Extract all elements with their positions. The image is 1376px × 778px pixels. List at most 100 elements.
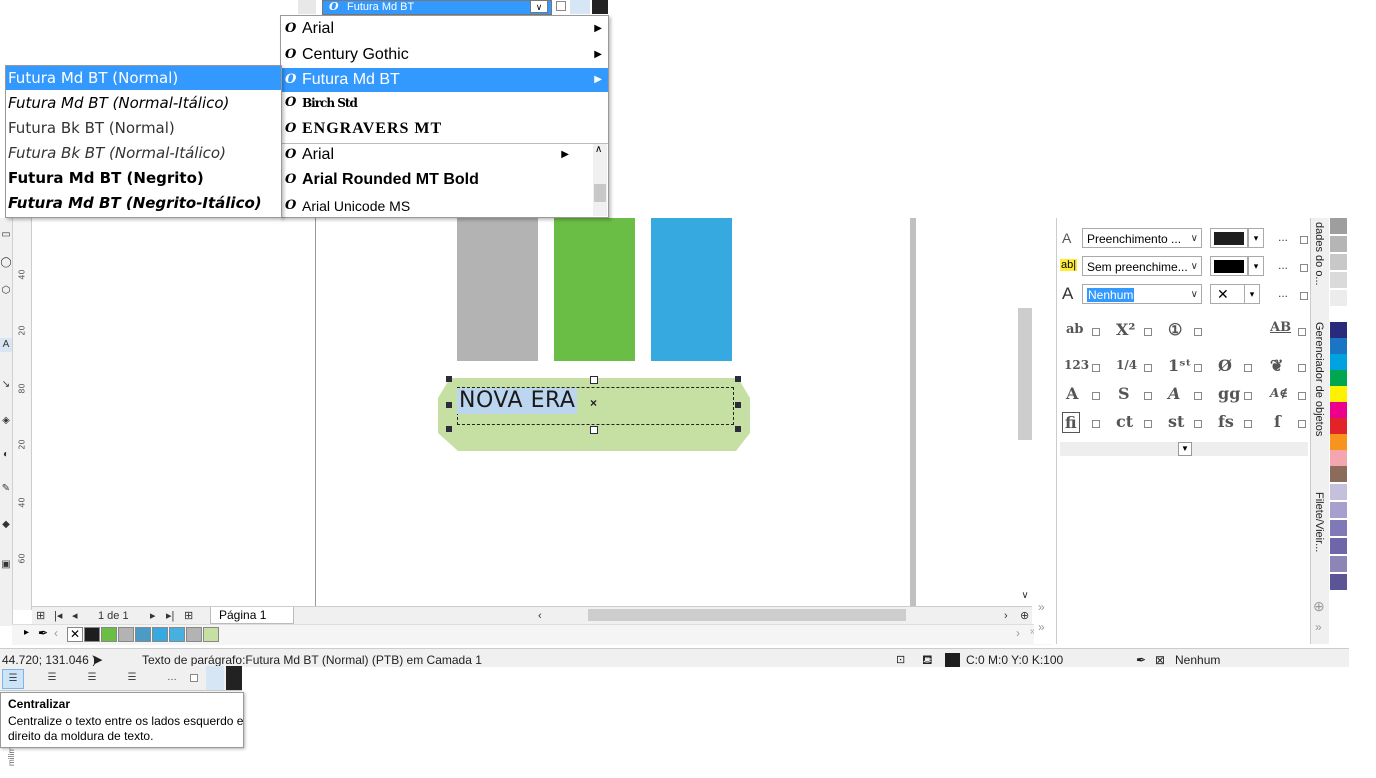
background-checkbox[interactable]: [1300, 264, 1308, 272]
outline-more-button[interactable]: ...: [1278, 286, 1288, 300]
stylistic-a-icon[interactable]: A: [1168, 384, 1180, 403]
vertical-scrollbar-thumb[interactable]: [1018, 308, 1032, 440]
ligature-fi-icon[interactable]: fi: [1062, 412, 1080, 433]
uppercase-icon[interactable]: ab: [1066, 322, 1084, 337]
justify-icon[interactable]: ☰: [82, 669, 102, 687]
document-color-swatch[interactable]: [186, 627, 202, 642]
scroll-up-icon[interactable]: ∧: [595, 144, 602, 155]
palette-color-swatch[interactable]: [1330, 402, 1347, 419]
toolbar-button[interactable]: [592, 0, 608, 14]
long-s-icon[interactable]: ſ: [1274, 412, 1281, 431]
superscript-icon[interactable]: X²: [1116, 320, 1135, 339]
selection-handle[interactable]: [735, 376, 741, 382]
palette-color-swatch[interactable]: [1330, 434, 1347, 451]
scroll-left-icon[interactable]: ‹: [538, 608, 542, 624]
force-justify-icon[interactable]: ☰: [122, 669, 142, 687]
palette-color-swatch[interactable]: [1330, 354, 1347, 371]
gray-rectangle[interactable]: [457, 218, 538, 361]
palette-color-swatch[interactable]: [1330, 556, 1347, 573]
position-icon[interactable]: ①: [1168, 320, 1182, 339]
opentype-checkbox[interactable]: [1298, 392, 1306, 400]
document-color-swatch[interactable]: [101, 627, 117, 642]
outline-tool-icon[interactable]: ▣: [0, 558, 12, 572]
palette-color-swatch[interactable]: [1330, 370, 1347, 387]
fill-tool-icon[interactable]: ◈: [0, 414, 12, 428]
fill-type-select[interactable]: Preenchimento ... ∨: [1082, 228, 1202, 248]
add-page-after-icon[interactable]: ⊞: [184, 608, 193, 624]
opentype-checkbox[interactable]: [1194, 328, 1202, 336]
alternate-gg-icon[interactable]: gg: [1218, 384, 1240, 403]
style-bold-italic[interactable]: Futura Md BT (Negrito-Itálico): [6, 191, 281, 215]
eyedropper-icon[interactable]: ✒: [38, 626, 48, 640]
opentype-checkbox[interactable]: [1244, 364, 1252, 372]
opentype-checkbox[interactable]: [1092, 328, 1100, 336]
opentype-checkbox[interactable]: [1144, 420, 1152, 428]
menu-item-century-gothic[interactable]: O Century Gothic ▶: [281, 43, 608, 67]
palette-color-swatch[interactable]: [1330, 322, 1347, 339]
opentype-checkbox[interactable]: [1298, 420, 1306, 428]
blue-rectangle[interactable]: [651, 218, 732, 361]
docker-expand-icon[interactable]: »: [1315, 620, 1322, 634]
document-color-swatch[interactable]: [152, 627, 168, 642]
numeral-style-icon[interactable]: 123: [1064, 358, 1089, 372]
text-tool-icon[interactable]: A: [0, 338, 12, 352]
fill-color-picker[interactable]: [1210, 228, 1248, 248]
opentype-checkbox[interactable]: [1244, 392, 1252, 400]
palette-expand-icon[interactable]: ▸: [24, 627, 29, 638]
palette-color-swatch[interactable]: [1330, 450, 1347, 467]
opentype-checkbox[interactable]: [1092, 364, 1100, 372]
palette-color-swatch[interactable]: [1330, 484, 1347, 501]
opentype-checkbox[interactable]: [1092, 420, 1100, 428]
opentype-checkbox[interactable]: [1298, 364, 1306, 372]
tab-object-manager[interactable]: Gerenciador de objetos: [1313, 322, 1325, 436]
connector-tool-icon[interactable]: ↘: [0, 378, 12, 392]
opentype-checkbox[interactable]: [1298, 328, 1306, 336]
opentype-checkbox[interactable]: [1194, 392, 1202, 400]
zoom-icon[interactable]: ⊕: [1020, 608, 1029, 624]
font-combo-dropdown[interactable]: ∨: [530, 0, 548, 13]
outline-color-dropdown[interactable]: ▾: [1244, 284, 1260, 304]
outline-width-select[interactable]: Nenhum ∨: [1082, 284, 1202, 304]
drawing-canvas[interactable]: NOVA ERA ×: [32, 218, 1032, 606]
palette-color-swatch[interactable]: [1330, 306, 1347, 323]
ellipse-tool-icon[interactable]: ◯: [0, 256, 12, 270]
background-color-picker[interactable]: [1210, 256, 1248, 276]
document-color-swatch[interactable]: [169, 627, 185, 642]
toolbar-button[interactable]: [206, 666, 224, 690]
fill-more-button[interactable]: ...: [1278, 230, 1288, 244]
style-bold[interactable]: Futura Md BT (Negrito): [6, 166, 281, 190]
expand-arrow-icon[interactable]: ▼: [1178, 442, 1192, 456]
prev-page-icon[interactable]: ◂: [72, 608, 78, 624]
tab-object-properties[interactable]: dades do o...: [1313, 222, 1325, 286]
opentype-checkbox[interactable]: [1244, 420, 1252, 428]
align-right-icon[interactable]: ☰: [42, 669, 62, 687]
font-list-combo[interactable]: O Futura Md BT: [322, 0, 552, 15]
docker-collapse-icon[interactable]: »: [1038, 600, 1045, 614]
slashed-zero-icon[interactable]: Ø: [1218, 356, 1232, 375]
selection-handle[interactable]: [446, 402, 452, 408]
swash-a-icon[interactable]: A: [1066, 384, 1078, 403]
menu-scrollbar[interactable]: ∧: [593, 144, 607, 216]
palette-color-swatch[interactable]: [1330, 338, 1347, 355]
palette-color-swatch[interactable]: [1330, 520, 1347, 537]
menu-item-engravers-mt[interactable]: O ENGRAVERS MT: [281, 117, 608, 141]
snap-icon[interactable]: ⊡: [896, 649, 905, 671]
toolbar-button[interactable]: [226, 666, 242, 690]
document-color-swatch[interactable]: [203, 627, 219, 642]
style-normal[interactable]: Futura Md BT (Normal): [6, 66, 281, 90]
opentype-checkbox[interactable]: [1144, 364, 1152, 372]
polygon-tool-icon[interactable]: ⬡: [0, 284, 12, 298]
background-more-button[interactable]: ...: [1278, 258, 1288, 272]
palette-color-swatch[interactable]: [1330, 272, 1347, 289]
first-page-icon[interactable]: |◂: [54, 608, 62, 624]
stylistic-s-icon[interactable]: S: [1118, 384, 1130, 403]
scroll-right-icon[interactable]: ›: [1004, 608, 1008, 624]
eyedropper-tool-icon[interactable]: ✎: [0, 482, 12, 496]
toolbar-button[interactable]: [570, 0, 590, 14]
palette-color-swatch[interactable]: [1330, 236, 1347, 253]
menu-item-arial-recent[interactable]: O Arial ▶: [281, 143, 593, 167]
palette-color-swatch[interactable]: [1330, 386, 1347, 403]
palette-more-icon[interactable]: ›: [1016, 626, 1020, 640]
style-normal-italic[interactable]: Futura Md BT (Normal-Itálico): [6, 91, 281, 115]
palette-color-swatch[interactable]: [1330, 502, 1347, 519]
